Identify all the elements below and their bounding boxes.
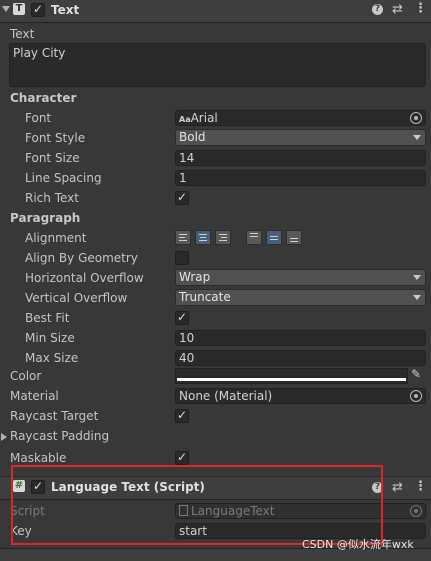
check-icon: ✓	[177, 450, 188, 464]
character-header: Character	[10, 91, 77, 105]
font-style-label: Font Style	[25, 131, 86, 145]
foldout-arrow-icon[interactable]	[1, 433, 7, 441]
material-field[interactable]: None (Material)	[175, 388, 426, 404]
check-icon: ✓	[177, 408, 188, 422]
script-value: LanguageText	[191, 504, 275, 518]
check-icon: ✓	[33, 2, 44, 16]
line-spacing-field[interactable]: 1	[175, 170, 426, 186]
text-component-enabled-checkbox[interactable]: ✓	[31, 2, 45, 17]
help-icon[interactable]: ?	[372, 482, 383, 493]
align-by-geometry-checkbox[interactable]	[175, 251, 189, 265]
script-field: LanguageText	[175, 503, 426, 519]
font-label: Font	[25, 111, 52, 125]
font-size-label: Font Size	[25, 151, 80, 165]
text-label: Text	[10, 27, 35, 41]
eyedropper-icon[interactable]: ✎	[411, 367, 421, 381]
text-area[interactable]: Play City	[9, 43, 426, 87]
font-field[interactable]: AaArial	[175, 110, 426, 126]
max-size-label: Max Size	[25, 351, 79, 365]
script-file-icon	[179, 505, 188, 516]
align-top-button[interactable]	[246, 230, 262, 245]
component-title: Text	[51, 3, 80, 17]
raycast-target-label: Raycast Target	[10, 409, 99, 423]
font-size-field[interactable]: 14	[175, 150, 426, 166]
material-label: Material	[10, 389, 59, 403]
raycast-padding-label[interactable]: Raycast Padding	[10, 429, 109, 443]
material-value: None (Material)	[179, 389, 273, 403]
horizontal-overflow-value: Wrap	[179, 270, 211, 284]
script-icon: #	[13, 480, 25, 492]
align-middle-button[interactable]	[266, 230, 282, 245]
color-swatch	[177, 378, 406, 381]
align-center-button[interactable]	[195, 230, 211, 245]
font-style-value: Bold	[179, 130, 206, 144]
vertical-overflow-dropdown[interactable]: Truncate	[175, 289, 426, 306]
vertical-overflow-value: Truncate	[179, 290, 231, 304]
language-text-enabled-checkbox[interactable]: ✓	[31, 479, 45, 494]
best-fit-checkbox[interactable]: ✓	[175, 310, 189, 325]
max-size-field[interactable]: 40	[175, 350, 426, 366]
font-asset-icon: Aa	[179, 115, 191, 124]
check-icon: ✓	[177, 310, 188, 324]
paragraph-header: Paragraph	[10, 211, 81, 225]
align-left-button[interactable]	[175, 230, 191, 245]
horizontal-overflow-label: Horizontal Overflow	[25, 271, 144, 285]
check-icon: ✓	[33, 479, 44, 493]
key-label: Key	[10, 524, 32, 538]
align-by-geometry-label: Align By Geometry	[25, 251, 138, 265]
best-fit-label: Best Fit	[25, 311, 70, 325]
help-icon[interactable]: ?	[372, 4, 383, 15]
min-size-label: Min Size	[25, 331, 75, 345]
chevron-down-icon	[413, 135, 421, 140]
maskable-label: Maskable	[10, 451, 67, 465]
font-value: Arial	[190, 111, 218, 125]
object-picker-icon[interactable]	[410, 112, 422, 124]
maskable-checkbox[interactable]: ✓	[175, 450, 189, 465]
text-component-icon: T	[13, 3, 25, 15]
align-right-button[interactable]	[215, 230, 231, 245]
color-label: Color	[10, 369, 42, 383]
context-menu-icon[interactable]: ⋮	[414, 479, 427, 494]
horizontal-overflow-dropdown[interactable]: Wrap	[175, 269, 426, 286]
color-field[interactable]	[175, 368, 408, 384]
chevron-down-icon	[413, 275, 421, 280]
watermark: CSDN @似水流年wxk	[302, 538, 414, 551]
foldout-arrow-icon[interactable]	[2, 6, 10, 12]
align-bottom-button[interactable]	[286, 230, 302, 245]
check-icon: ✓	[177, 190, 188, 204]
presets-icon[interactable]: ⇄	[392, 480, 403, 495]
object-picker-icon[interactable]	[410, 390, 422, 402]
min-size-field[interactable]: 10	[175, 330, 426, 346]
line-spacing-label: Line Spacing	[25, 171, 102, 185]
presets-icon[interactable]: ⇄	[392, 2, 403, 17]
context-menu-icon[interactable]: ⋮	[414, 1, 427, 16]
raycast-target-checkbox[interactable]: ✓	[175, 408, 189, 423]
component-title: Language Text (Script)	[51, 480, 205, 494]
font-style-dropdown[interactable]: Bold	[175, 129, 426, 146]
text-component-header[interactable]: T ✓ Text ? ⇄ ⋮	[0, 0, 431, 23]
vertical-overflow-label: Vertical Overflow	[25, 291, 128, 305]
language-text-component-header[interactable]: # ✓ Language Text (Script) ? ⇄ ⋮	[0, 476, 431, 500]
script-label: Script	[10, 504, 45, 518]
rich-text-checkbox[interactable]: ✓	[175, 190, 189, 205]
object-picker-icon	[410, 505, 422, 517]
chevron-down-icon	[413, 295, 421, 300]
alignment-label: Alignment	[25, 231, 87, 245]
rich-text-label: Rich Text	[25, 191, 79, 205]
